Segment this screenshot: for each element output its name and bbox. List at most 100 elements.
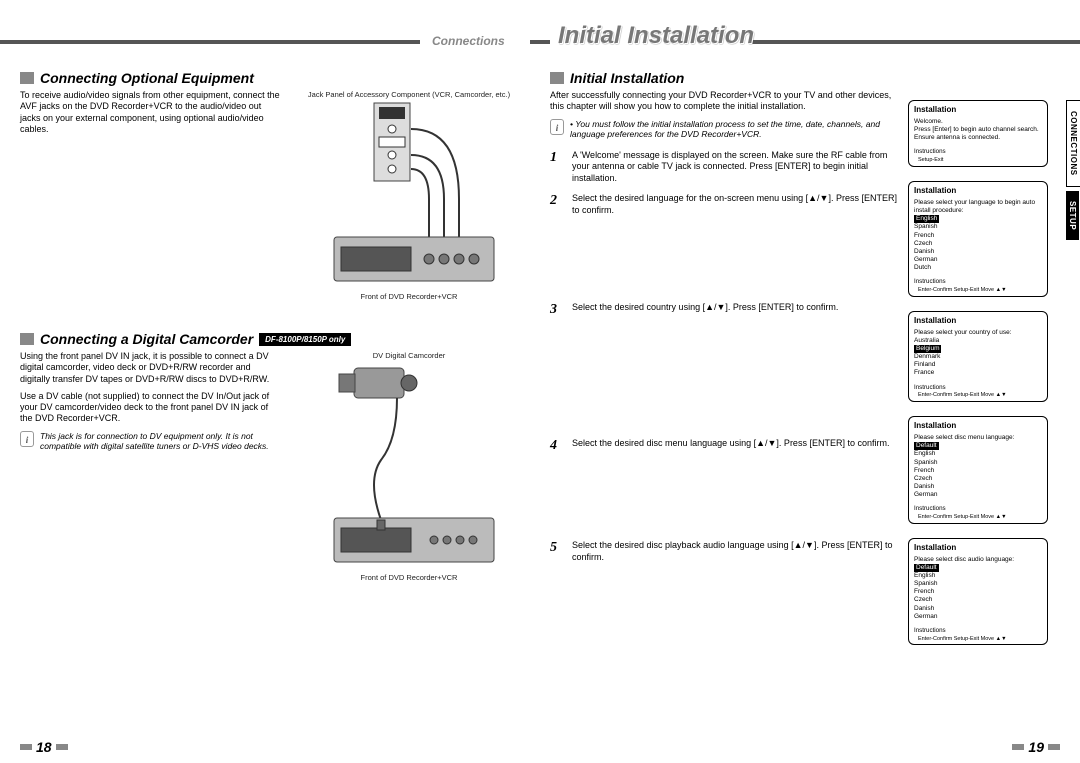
info-icon: i [550,119,564,135]
dialog-instructions-label: Instructions [914,503,1042,513]
jack-panel-diagram [319,99,499,289]
dialog-option: Denmark [914,353,1042,361]
installation-dialog: InstallationPlease select your language … [908,181,1048,297]
dialog-option: German [914,613,1042,621]
dialog-option: Czech [914,596,1042,604]
step: 1A 'Welcome' message is displayed on the… [550,150,900,185]
step-number: 1 [550,150,564,185]
figure-caption: Jack Panel of Accessory Component (VCR, … [288,90,530,99]
model-badge: DF-8100P/8150P only [259,333,351,346]
step: 2 Select the desired language for the on-… [550,193,900,216]
dialog-option: German [914,491,1042,499]
dialog-option: Danish [914,248,1042,256]
dialog-instructions-label: Instructions [914,382,1042,392]
section-title-text: Connecting Optional Equipment [40,70,254,86]
dialog-option: Dutch [914,264,1042,272]
dialog-option-selected: Default [914,564,1042,572]
figure-caption: DV Digital Camcorder [288,351,530,360]
dialog-line: Ensure antenna is connected. [914,134,1042,142]
info-note: i This jack is for connection to DV equi… [20,431,280,452]
dialog-option: Australia [914,337,1042,345]
step-number: 4 [550,438,564,454]
info-text: This jack is for connection to DV equipm… [40,431,280,452]
installation-dialog: Installation Please select disc menu lang… [908,416,1048,524]
header-page-title: Initial Installation [558,22,754,50]
tab-connections: CONNECTIONS [1066,100,1080,187]
body-text: Using the front panel DV IN jack, it is … [20,351,280,385]
dialog-option-selected: Default [914,442,1042,450]
top-rule [0,40,1080,44]
ui-screens-column: Installation Welcome.Press [Enter] to beg… [908,100,1058,659]
section-digital-camcorder: Connecting a Digital Camcorder DF-8100P/… [20,331,530,347]
info-note: i • You must follow the initial installa… [550,119,900,140]
dialog-title: Installation [914,316,1042,326]
step: 4 Select the desired disc menu language u… [550,438,900,454]
step-number: 2 [550,193,564,216]
dialog-option: Finland [914,361,1042,369]
dialog-option: French [914,232,1042,240]
dialog-title: Installation [914,421,1042,431]
page-number-right: 19 [1012,739,1060,755]
dialog-option: French [914,467,1042,475]
dialog-prompt: Please select disc audio language: [914,556,1042,564]
dialog-option: France [914,369,1042,377]
dialog-instructions-label: Instructions [914,146,1042,156]
section-bar [550,72,564,84]
section-initial-installation: Initial Installation [550,70,900,86]
figure-camcorder: DV Digital Camcorder Front of DVD Record… [288,351,530,582]
figure-caption: Front of DVD Recorder+VCR [288,573,530,582]
step-text: Select the desired disc menu language us… [572,438,889,454]
installation-dialog: Installation Please select disc audio lan… [908,538,1048,646]
dialog-title: Installation [914,186,1042,196]
dialog-prompt: Please select disc menu language: [914,434,1042,442]
side-tabs: CONNECTIONS SETUP [1066,100,1080,244]
dialog-option: French [914,588,1042,596]
dialog-line: Welcome. [914,118,1042,126]
info-text: • You must follow the initial installati… [570,119,900,140]
dialog-option-selected: English [914,215,1042,223]
body-text: To receive audio/video signals from othe… [20,90,280,135]
dialog-option: English [914,572,1042,580]
dialog-footer: Enter-Confirm Setup-Exit Move ▲▼ [914,636,1042,643]
dialog-option: Spanish [914,223,1042,231]
installation-dialog: Installation Welcome.Press [Enter] to beg… [908,100,1048,167]
dialog-option: German [914,256,1042,264]
dialog-option: Spanish [914,580,1042,588]
section-title-text: Initial Installation [570,70,684,86]
step-text: A 'Welcome' message is displayed on the … [572,150,900,185]
dialog-title: Installation [914,105,1042,115]
dialog-instructions-label: Instructions [914,276,1042,286]
tab-setup: SETUP [1066,191,1079,240]
dialog-option-selected: Belgium [914,345,1042,353]
section-optional-equipment: Connecting Optional Equipment [20,70,530,86]
dialog-option: Danish [914,605,1042,613]
dialog-footer: Enter-Confirm Setup-Exit Move ▲▼ [914,287,1042,294]
dialog-line: Press [Enter] to begin auto channel sear… [914,126,1042,134]
dialog-option: Czech [914,475,1042,483]
step: 3 Select the desired country using [▲/▼].… [550,302,900,318]
page-number-left: 18 [20,739,68,755]
dialog-option: English [914,450,1042,458]
body-text: Use a DV cable (not supplied) to connect… [20,391,280,425]
dialog-footer: Setup-Exit [914,157,1042,164]
step-text: Select the desired language for the on-s… [572,193,900,216]
camcorder-diagram [319,360,499,570]
dialog-title: Installation [914,543,1042,553]
step: 5 Select the desired disc playback audio … [550,540,900,563]
step-number: 3 [550,302,564,318]
figure-jack-panel: Jack Panel of Accessory Component (VCR, … [288,90,530,301]
dialog-option: Danish [914,483,1042,491]
figure-caption: Front of DVD Recorder+VCR [288,292,530,301]
section-bar [20,72,34,84]
installation-dialog: Installation Please select your country o… [908,311,1048,402]
section-title-text: Connecting a Digital Camcorder [40,331,253,347]
dialog-footer: Enter-Confirm Setup-Exit Move ▲▼ [914,514,1042,521]
step-number: 5 [550,540,564,563]
dialog-prompt: Please select your country of use: [914,329,1042,337]
step-text: Select the desired country using [▲/▼]. … [572,302,838,318]
dialog-footer: Enter-Confirm Setup-Exit Move ▲▼ [914,392,1042,399]
intro-text: After successfully connecting your DVD R… [550,90,900,113]
step-text: Select the desired disc playback audio l… [572,540,900,563]
left-page: Connecting Optional Equipment To receive… [20,70,530,582]
right-page-text: Initial Installation After successfully … [550,70,900,564]
